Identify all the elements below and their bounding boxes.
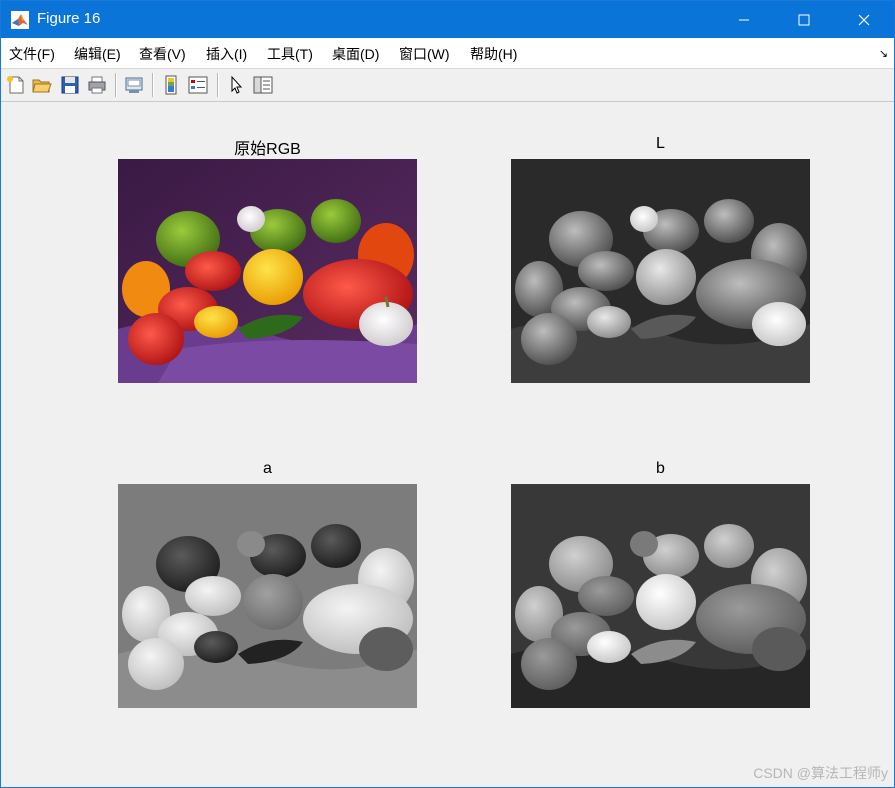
window-title: Figure 16 bbox=[37, 10, 101, 27]
image-a-channel[interactable] bbox=[118, 484, 417, 708]
axes-title-l: L bbox=[656, 135, 665, 152]
watermark: CSDN @算法工程师y bbox=[753, 765, 888, 781]
menu-bar: 文件(F) 编辑(E) 查看(V) 插入(I) 工具(T) 桌面(D) 窗口(W… bbox=[1, 38, 894, 69]
menu-window[interactable]: 窗口(W) bbox=[399, 44, 450, 64]
figure-window: Figure 16 文件(F) 编辑(E) 查看(V) 插入(I) 工具(T) … bbox=[0, 0, 895, 788]
title-bar[interactable]: Figure 16 bbox=[1, 1, 894, 38]
menu-dock-arrow-icon[interactable]: ↘ bbox=[879, 47, 888, 60]
toolbar-separator bbox=[115, 73, 117, 97]
menu-tools[interactable]: 工具(T) bbox=[267, 44, 313, 64]
print-icon[interactable] bbox=[86, 74, 108, 96]
menu-help[interactable]: 帮助(H) bbox=[470, 44, 517, 64]
image-rgb[interactable] bbox=[118, 159, 417, 383]
axes-title-b: b bbox=[656, 460, 665, 477]
image-l-channel[interactable] bbox=[511, 159, 810, 383]
axes-title-a: a bbox=[263, 460, 272, 477]
close-icon bbox=[858, 14, 870, 25]
maximize-icon bbox=[798, 14, 810, 25]
edit-plot-pointer-icon[interactable] bbox=[226, 74, 248, 96]
menu-desktop[interactable]: 桌面(D) bbox=[332, 44, 379, 64]
open-file-icon[interactable] bbox=[31, 74, 53, 96]
menu-file[interactable]: 文件(F) bbox=[9, 44, 55, 64]
close-button[interactable] bbox=[834, 1, 894, 38]
menu-view[interactable]: 查看(V) bbox=[139, 44, 186, 64]
menu-insert[interactable]: 插入(I) bbox=[206, 44, 247, 64]
menu-edit[interactable]: 编辑(E) bbox=[74, 44, 121, 64]
property-inspector-icon[interactable] bbox=[252, 74, 274, 96]
figure-canvas[interactable]: 原始RGB L a b CSDN @算法工程师y bbox=[1, 102, 894, 787]
figure-toolbar bbox=[1, 69, 894, 102]
minimize-button[interactable] bbox=[714, 1, 774, 38]
save-icon[interactable] bbox=[59, 74, 81, 96]
maximize-button[interactable] bbox=[774, 1, 834, 38]
link-plot-icon[interactable] bbox=[123, 74, 145, 96]
colorbar-icon[interactable] bbox=[160, 74, 182, 96]
image-b-channel[interactable] bbox=[511, 484, 810, 708]
new-figure-icon[interactable] bbox=[5, 74, 27, 96]
legend-icon[interactable] bbox=[187, 74, 209, 96]
matlab-logo-icon bbox=[11, 11, 29, 29]
minimize-icon bbox=[739, 19, 749, 20]
toolbar-separator bbox=[152, 73, 154, 97]
axes-title-rgb: 原始RGB bbox=[234, 141, 301, 158]
toolbar-separator bbox=[217, 73, 219, 97]
